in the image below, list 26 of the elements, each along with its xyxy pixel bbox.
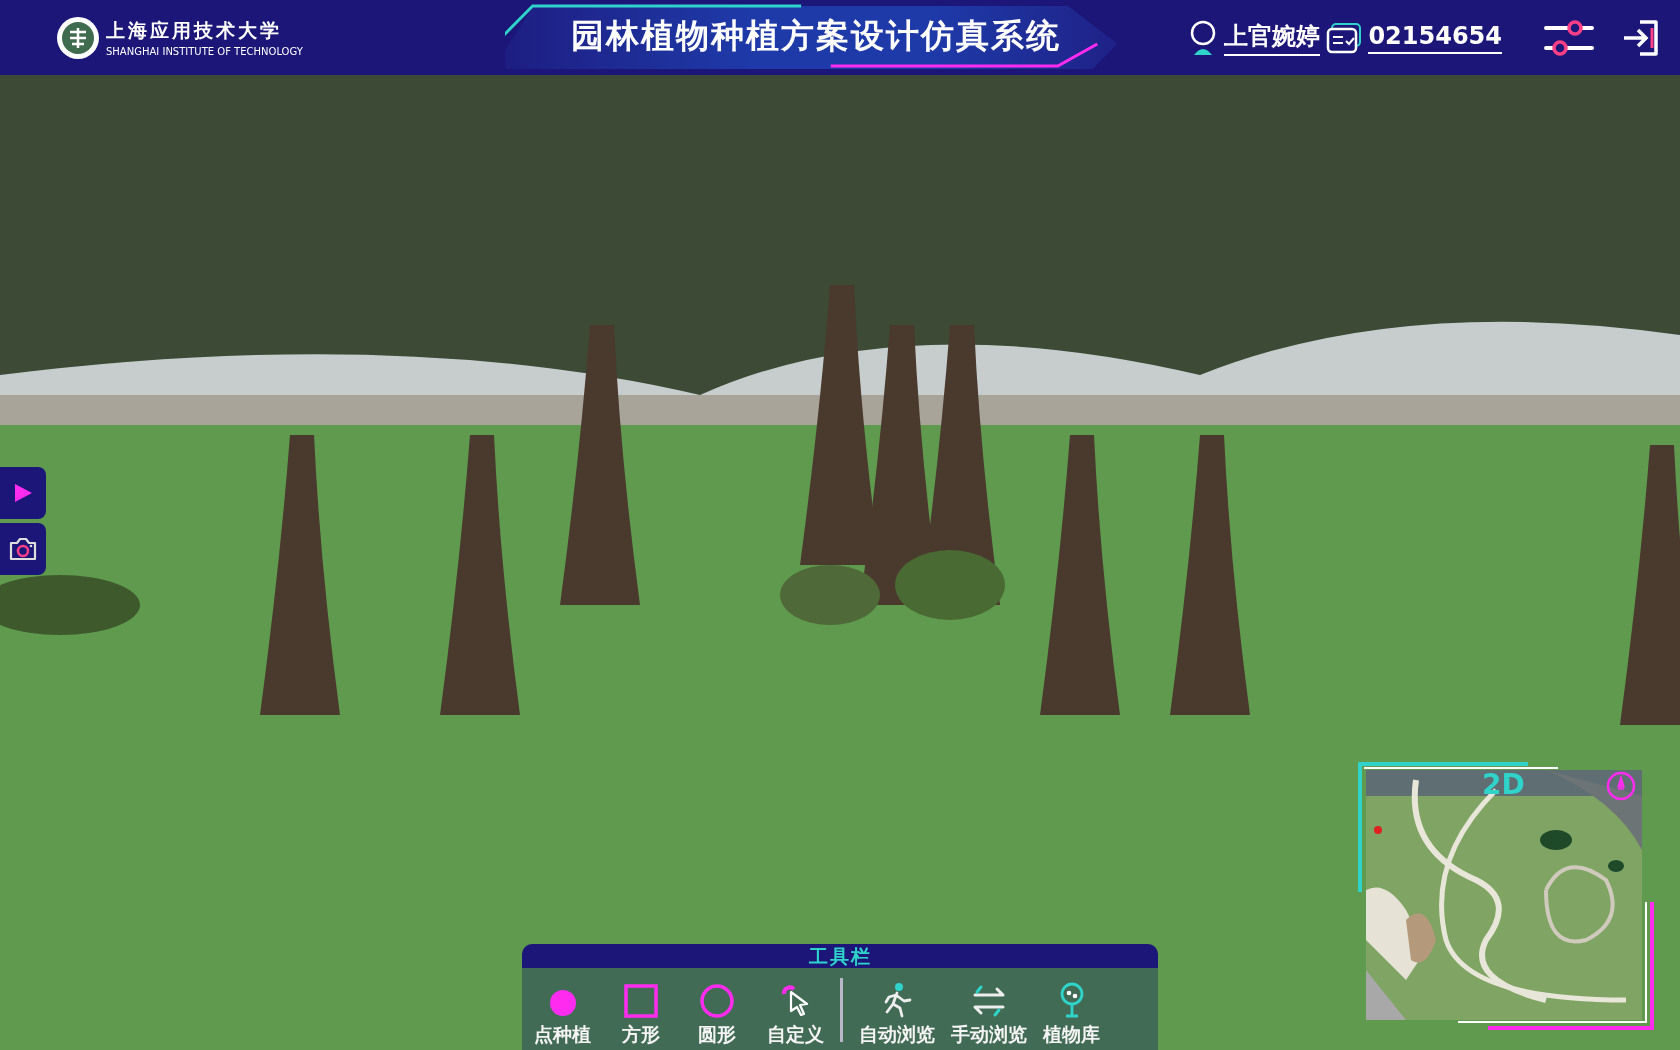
- school-name: 上海应用技术大学: [106, 18, 283, 43]
- settings-icon[interactable]: [1544, 17, 1594, 58]
- toolbar-title: 工具栏: [522, 944, 1158, 968]
- dot-icon: [547, 988, 578, 1018]
- app-title: 园林植物种植方案设计仿真系统: [505, 6, 1118, 69]
- map-mode-label[interactable]: 2D: [1482, 770, 1525, 800]
- play-icon: [12, 482, 34, 504]
- tool-button[interactable]: 圆形: [685, 976, 749, 1048]
- user-name: 上官婉婷: [1224, 19, 1321, 56]
- play-button[interactable]: [0, 467, 46, 519]
- student-id: 02154654: [1368, 21, 1502, 54]
- camera-icon: [8, 536, 38, 562]
- tool-button[interactable]: 方形: [609, 976, 673, 1048]
- circle-icon: [700, 984, 734, 1018]
- swap-arrows-icon: [971, 984, 1007, 1018]
- tool-button[interactable]: 植物库: [1037, 976, 1106, 1048]
- id-card-icon: [1326, 21, 1363, 54]
- school-emblem-icon: [56, 15, 100, 60]
- screenshot-button[interactable]: [0, 523, 46, 575]
- school-name-english: SHANGHAI INSTITUTE OF TECHNOLOGY: [106, 46, 303, 57]
- tool-button[interactable]: 点种植: [528, 976, 597, 1048]
- tool-button[interactable]: 手动浏览: [945, 976, 1033, 1048]
- tool-button[interactable]: 自动浏览: [853, 976, 941, 1048]
- square-icon: [624, 984, 658, 1018]
- cursor-icon: [780, 984, 811, 1018]
- tool-button[interactable]: 自定义: [761, 976, 830, 1048]
